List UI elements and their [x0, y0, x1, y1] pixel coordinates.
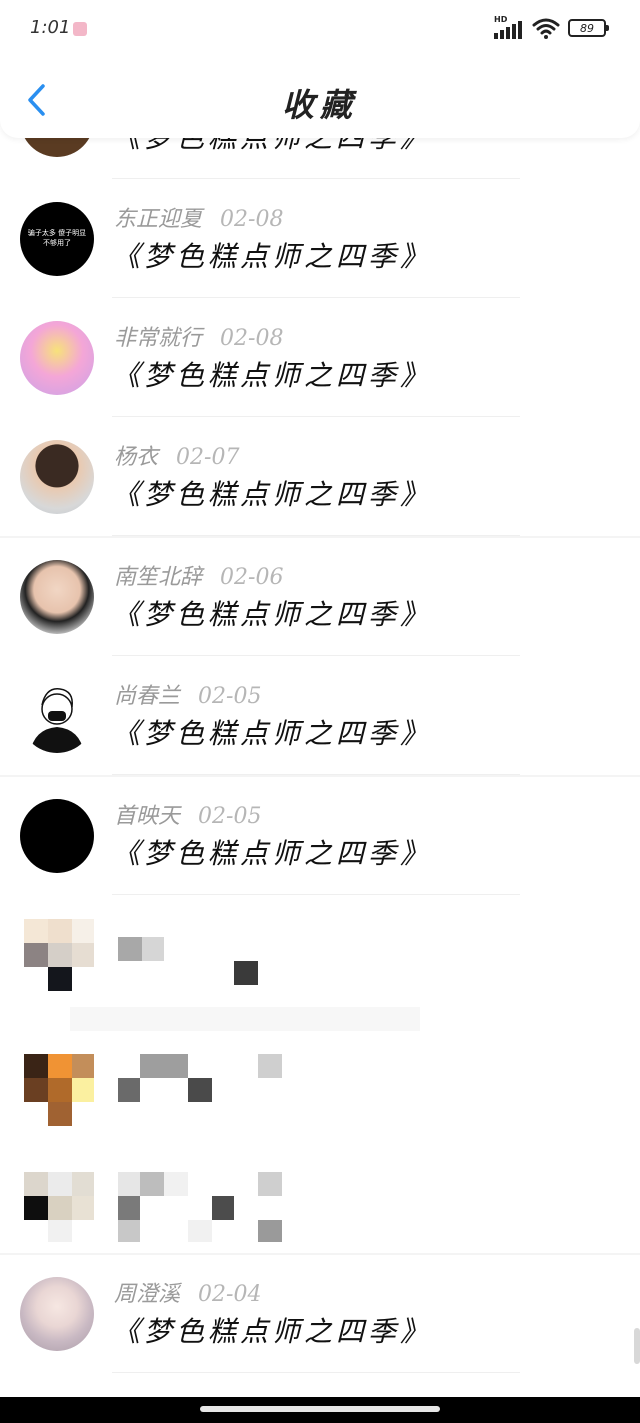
avatar	[20, 321, 94, 395]
list-item[interactable]: 周澄溪 02-04 《梦色糕点师之四季》	[0, 1254, 640, 1373]
list-item[interactable]: 首映天 02-05 《梦色糕点师之四季》	[0, 776, 640, 895]
item-date: 02-06	[220, 565, 284, 590]
item-date: 02-08	[220, 207, 284, 232]
avatar	[20, 799, 94, 873]
list-item[interactable]: 骗子太多 傻子明显不够用了 东正迎夏 02-08 《梦色糕点师之四季》	[0, 179, 640, 298]
list-item-redacted[interactable]	[0, 895, 640, 1031]
redacted-block	[140, 1172, 164, 1196]
item-date: 02-04	[198, 1282, 262, 1307]
system-navigation-bar	[0, 1397, 640, 1423]
divider	[112, 1372, 520, 1373]
redacted-block	[118, 937, 142, 961]
list-item[interactable]: 杨衣 02-07 《梦色糕点师之四季》	[0, 417, 640, 536]
redacted-block	[118, 1196, 140, 1220]
nav-bar: 收藏	[0, 58, 640, 138]
page-title: 收藏	[281, 86, 358, 124]
redacted-block	[118, 1078, 140, 1102]
item-title: 《梦色糕点师之四季》	[112, 478, 433, 511]
list-item[interactable]: 非常就行 02-08 《梦色糕点师之四季》	[0, 298, 640, 417]
redacted-avatar	[24, 1054, 94, 1126]
redacted-block	[140, 1054, 188, 1078]
item-meta: 东正迎夏 02-08	[114, 201, 283, 233]
redacted-block	[258, 1220, 282, 1242]
home-indicator[interactable]	[200, 1406, 440, 1412]
user-name: 周澄溪	[114, 1282, 181, 1307]
item-meta: 南笙北辞 02-06	[114, 559, 283, 591]
user-name: 东正迎夏	[114, 207, 203, 232]
avatar-caption: 骗子太多 傻子明显不够用了	[27, 229, 87, 247]
redacted-block	[188, 1220, 212, 1242]
redacted-block	[118, 1220, 140, 1242]
user-name: 杨衣	[114, 445, 159, 470]
redacted-block	[258, 1054, 282, 1078]
item-title: 《梦色糕点师之四季》	[112, 1315, 433, 1348]
redacted-block	[142, 937, 164, 961]
item-meta: 首映天 02-05	[114, 798, 261, 830]
list-item-redacted[interactable]	[0, 1136, 640, 1255]
list-item[interactable]: 尚春兰 02-05 《梦色糕点师之四季》	[0, 656, 640, 775]
user-name: 首映天	[114, 804, 181, 829]
item-title: 《梦色糕点师之四季》	[112, 837, 433, 870]
item-title: 《梦色糕点师之四季》	[112, 717, 433, 750]
redacted-block	[234, 961, 258, 985]
item-date: 02-08	[220, 326, 284, 351]
list-item-redacted[interactable]	[0, 1018, 640, 1137]
redacted-block	[188, 1078, 212, 1102]
item-meta: 杨衣 02-07	[114, 439, 239, 471]
item-title: 《梦色糕点师之四季》	[112, 240, 433, 273]
avatar	[20, 440, 94, 514]
status-bar: 1:01 HD 89	[0, 0, 640, 58]
status-icons: HD 89	[494, 15, 609, 39]
item-title: 《梦色糕点师之四季》	[112, 359, 433, 392]
redacted-block	[212, 1196, 234, 1220]
signal-icon: HD	[494, 15, 524, 39]
user-name: 非常就行	[114, 326, 203, 351]
avatar-illustration	[30, 688, 84, 753]
item-date: 02-07	[176, 445, 240, 470]
notification-icon	[73, 22, 87, 36]
wifi-icon	[532, 18, 560, 39]
avatar: 骗子太多 傻子明显不够用了	[20, 202, 94, 276]
redacted-block	[118, 1172, 140, 1196]
battery-level: 89	[580, 21, 594, 35]
redacted-block	[258, 1172, 282, 1196]
user-name: 尚春兰	[114, 684, 181, 709]
redacted-avatar	[24, 919, 94, 1007]
avatar	[20, 679, 94, 753]
item-meta: 非常就行 02-08	[114, 320, 283, 352]
redacted-block	[164, 1172, 188, 1196]
scrollbar[interactable]	[634, 1328, 640, 1364]
status-time: 1:01	[30, 17, 71, 38]
avatar	[20, 1277, 94, 1351]
item-date: 02-05	[198, 804, 262, 829]
item-meta: 尚春兰 02-05	[114, 678, 261, 710]
battery-icon: 89	[568, 19, 609, 37]
item-meta: 周澄溪 02-04	[114, 1276, 261, 1308]
user-name: 南笙北辞	[114, 565, 203, 590]
avatar	[20, 560, 94, 634]
list-item[interactable]: 南笙北辞 02-06 《梦色糕点师之四季》	[0, 537, 640, 656]
item-date: 02-05	[198, 684, 262, 709]
item-title: 《梦色糕点师之四季》	[112, 598, 433, 631]
redacted-avatar	[24, 1172, 94, 1242]
